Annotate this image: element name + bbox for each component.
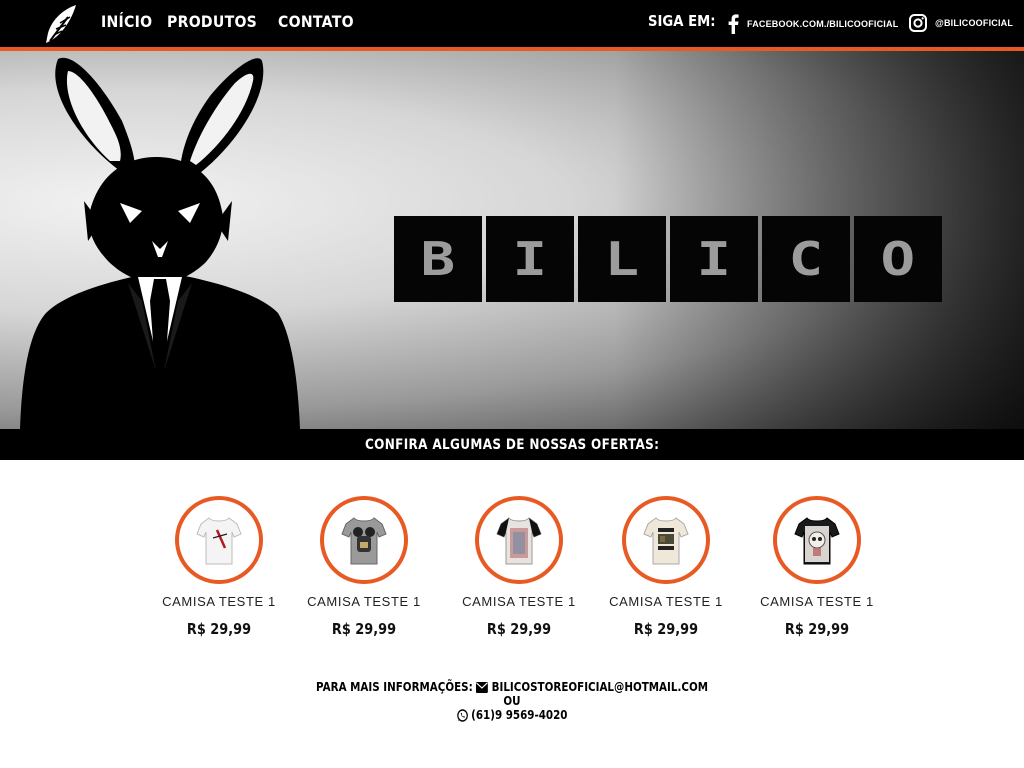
nav-produtos-link[interactable]: PRODUTOS (167, 12, 257, 31)
product-card[interactable]: CAMISA TESTE 1 R$ 29,99 (294, 496, 434, 638)
main-nav: INÍCIO PRODUTOS CONTATO (101, 12, 364, 31)
product-price: R$ 29,99 (331, 620, 397, 638)
contact-or-row: OU (72, 694, 953, 708)
product-image[interactable] (320, 496, 408, 584)
product-image[interactable] (773, 496, 861, 584)
contact-email-link[interactable]: BILICOSTOREOFICIAL@HOTMAIL.COM (492, 680, 708, 694)
brand-tile: B (394, 216, 482, 302)
hero-banner: B I L I C O (0, 51, 1024, 429)
facebook-link[interactable]: FACEBOOK.COM./BILICOOFICIAL (727, 14, 898, 34)
facebook-icon (728, 14, 739, 34)
contact-label: PARA MAIS INFORMAÇÕES: (316, 680, 473, 694)
product-name: CAMISA TESTE 1 (609, 594, 723, 609)
product-name: CAMISA TESTE 1 (462, 594, 576, 609)
product-price: R$ 29,99 (486, 620, 552, 638)
product-price: R$ 29,99 (633, 620, 699, 638)
product-card[interactable]: CAMISA TESTE 1 R$ 29,99 (149, 496, 289, 638)
brand-tile: O (854, 216, 942, 302)
offers-heading: CONFIRA ALGUMAS DE NOSSAS OFERTAS: (364, 436, 660, 453)
brand-tile: I (670, 216, 758, 302)
tshirt-cream-icon (643, 517, 689, 565)
product-image[interactable] (175, 496, 263, 584)
brand-tile: C (762, 216, 850, 302)
contact-phone-row: (61)9 9569-4020 (72, 708, 953, 722)
product-name: CAMISA TESTE 1 (307, 594, 421, 609)
brand-tile: I (486, 216, 574, 302)
nav-contato-link[interactable]: CONTATO (278, 12, 354, 31)
contact-info: PARA MAIS INFORMAÇÕES: BILICOSTOREOFICIA… (0, 680, 1024, 722)
product-card[interactable]: CAMISA TESTE 1 R$ 29,99 (747, 496, 887, 638)
product-card[interactable]: CAMISA TESTE 1 R$ 29,99 (596, 496, 736, 638)
contact-or: OU (503, 694, 521, 708)
product-image[interactable] (475, 496, 563, 584)
product-card[interactable]: CAMISA TESTE 1 R$ 29,99 (449, 496, 589, 638)
product-name: CAMISA TESTE 1 (162, 594, 276, 609)
instagram-icon (909, 14, 927, 32)
instagram-handle: @BILICOOFICIAL (935, 18, 1014, 28)
product-price: R$ 29,99 (784, 620, 850, 638)
instagram-link[interactable]: @BILICOOFICIAL (909, 14, 1013, 32)
brand-tile: L (578, 216, 666, 302)
top-navigation-bar: INÍCIO PRODUTOS CONTATO SIGA EM: FACEBOO… (0, 0, 1024, 51)
tshirt-raglan-icon (496, 517, 542, 565)
whatsapp-icon (456, 708, 468, 722)
product-price: R$ 29,99 (186, 620, 252, 638)
contact-email-row: PARA MAIS INFORMAÇÕES: BILICOSTOREOFICIA… (72, 680, 953, 694)
envelope-icon (476, 681, 489, 693)
product-image[interactable] (622, 496, 710, 584)
tshirt-skull-icon (794, 517, 840, 565)
tshirt-white-icon (196, 517, 242, 565)
facebook-url: FACEBOOK.COM./BILICOOFICIAL (747, 19, 899, 29)
tshirt-gray-icon (341, 517, 387, 565)
contact-phone-link[interactable]: (61)9 9569-4020 (471, 708, 567, 722)
product-name: CAMISA TESTE 1 (760, 594, 874, 609)
nav-inicio-link[interactable]: INÍCIO (101, 12, 152, 31)
follow-label: SIGA EM: (648, 12, 716, 30)
rabbit-mascot-illustration (20, 57, 300, 429)
feather-logo-icon[interactable] (42, 3, 82, 45)
offers-heading-bar: CONFIRA ALGUMAS DE NOSSAS OFERTAS: (0, 429, 1024, 460)
bilico-brand-logo: B I L I C O (394, 216, 942, 302)
